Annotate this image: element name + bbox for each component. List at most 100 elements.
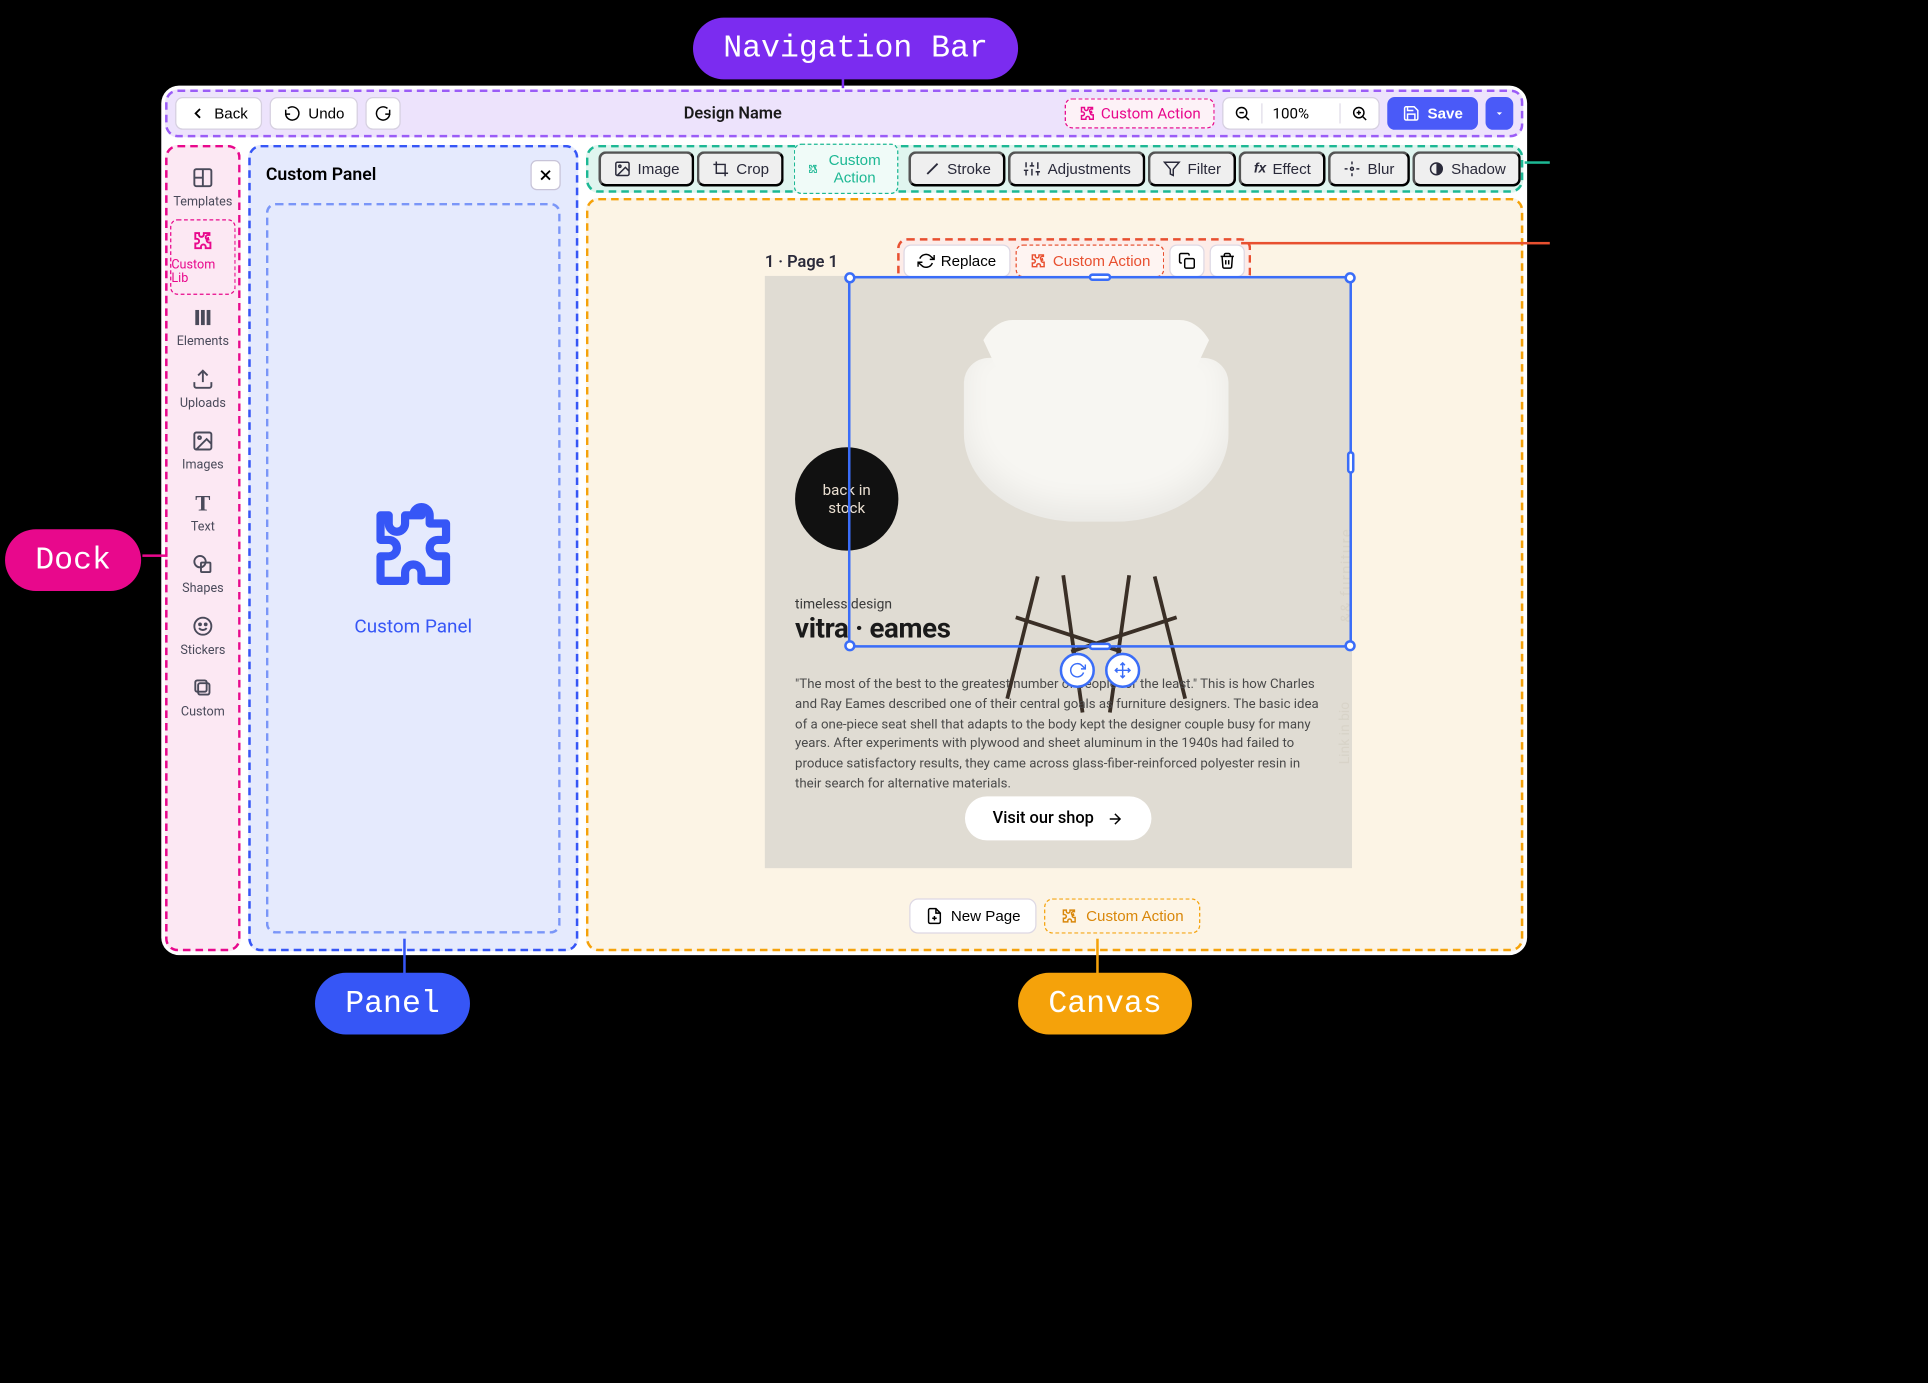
templates-icon bbox=[190, 165, 215, 190]
undo-label: Undo bbox=[308, 105, 344, 123]
connector-line bbox=[142, 554, 167, 557]
inspector-adjustments-button[interactable]: Adjustments bbox=[1009, 151, 1146, 186]
save-icon bbox=[1402, 105, 1420, 123]
replace-icon bbox=[917, 252, 935, 270]
inspector-label: Custom Action bbox=[825, 151, 884, 186]
dock-item-label: Custom bbox=[181, 706, 225, 720]
dock-item-text[interactable]: T Text bbox=[170, 483, 236, 542]
canvas-area[interactable]: 1 · Page 1 Replace Custom Action bbox=[586, 198, 1523, 951]
dock-item-templates[interactable]: Templates bbox=[170, 158, 236, 217]
close-panel-button[interactable] bbox=[530, 160, 560, 190]
annotation-dock: Dock bbox=[5, 529, 141, 591]
dock-item-label: Elements bbox=[177, 335, 229, 349]
connector-line bbox=[1241, 242, 1550, 245]
inspector-stroke-button[interactable]: Stroke bbox=[908, 151, 1006, 186]
inspector-image-button[interactable]: Image bbox=[599, 151, 695, 186]
caret-down-icon bbox=[1319, 105, 1339, 123]
body-copy-text: "The most of the best to the greatest nu… bbox=[795, 674, 1322, 793]
dock-item-label: Stickers bbox=[180, 644, 225, 658]
inspector-effect-button[interactable]: fx Effect bbox=[1239, 151, 1326, 186]
dock-item-custom[interactable]: Custom bbox=[170, 668, 236, 727]
cta-label: Visit our shop bbox=[993, 809, 1094, 828]
dock-item-label: Shapes bbox=[182, 582, 224, 596]
save-dropdown-button[interactable] bbox=[1486, 97, 1514, 130]
panel-body-label: Custom Panel bbox=[354, 615, 472, 638]
inspector-label: Stroke bbox=[947, 160, 991, 178]
delete-button[interactable] bbox=[1210, 244, 1245, 277]
arrow-right-icon bbox=[1106, 810, 1124, 828]
new-page-button[interactable]: New Page bbox=[909, 898, 1037, 933]
save-button[interactable]: Save bbox=[1387, 97, 1478, 130]
back-label: Back bbox=[214, 105, 248, 123]
inspector-label: Filter bbox=[1187, 160, 1221, 178]
zoom-value[interactable]: 100% bbox=[1262, 98, 1319, 128]
caret-down-icon bbox=[1493, 105, 1506, 123]
dock-item-elements[interactable]: Elements bbox=[170, 297, 236, 356]
zoom-in-button[interactable] bbox=[1341, 98, 1379, 128]
inspector-label: Shadow bbox=[1451, 160, 1506, 178]
chevron-left-icon bbox=[189, 105, 207, 123]
inspector-blur-button[interactable]: Blur bbox=[1328, 151, 1409, 186]
annotation-panel: Panel bbox=[315, 973, 470, 1035]
image-icon bbox=[614, 160, 632, 178]
canvas-bottom-bar: New Page Custom Action bbox=[909, 898, 1200, 933]
dock-item-label: Text bbox=[191, 520, 215, 534]
back-in-stock-badge: back in stock bbox=[795, 447, 898, 550]
undo-button[interactable]: Undo bbox=[269, 97, 358, 130]
shapes-icon bbox=[190, 552, 215, 577]
page-label: 1 · Page 1 bbox=[765, 253, 838, 272]
rotated-brand-text: && furniture bbox=[1337, 528, 1352, 623]
crop-icon bbox=[712, 160, 730, 178]
cm-custom-action-label: Custom Action bbox=[1053, 252, 1150, 270]
replace-button[interactable]: Replace bbox=[903, 244, 1010, 277]
dock-item-shapes[interactable]: Shapes bbox=[170, 544, 236, 603]
inspector-label: Crop bbox=[736, 160, 769, 178]
blur-icon bbox=[1344, 160, 1362, 178]
canvas-page[interactable]: back in stock && furniture Link in bio t… bbox=[765, 276, 1352, 868]
redo-button[interactable] bbox=[366, 97, 401, 130]
new-page-label: New Page bbox=[951, 907, 1021, 925]
inspector-bar: Image Crop Custom Action Stroke bbox=[586, 145, 1523, 193]
dock-item-label: Templates bbox=[173, 195, 232, 209]
chair-illustration bbox=[840, 276, 1352, 654]
zoom-out-button[interactable] bbox=[1223, 98, 1261, 128]
duplicate-icon bbox=[1178, 252, 1196, 270]
puzzle-icon bbox=[1061, 907, 1079, 925]
canvas-bottom-custom-action[interactable]: Custom Action bbox=[1045, 898, 1200, 933]
design-name-title[interactable]: Design Name bbox=[409, 104, 1057, 123]
upload-icon bbox=[190, 367, 215, 392]
visit-shop-button[interactable]: Visit our shop bbox=[965, 796, 1152, 840]
puzzle-icon bbox=[1078, 105, 1096, 123]
connector-line bbox=[1525, 161, 1550, 164]
dock-item-stickers[interactable]: Stickers bbox=[170, 606, 236, 665]
back-button[interactable]: Back bbox=[175, 97, 262, 130]
bottom-custom-action-label: Custom Action bbox=[1086, 907, 1183, 925]
dock-item-label: Custom Lib bbox=[171, 258, 234, 286]
zoom-out-icon bbox=[1233, 105, 1251, 123]
navigation-bar: Back Undo Design Name Custom Action 100% bbox=[165, 89, 1523, 137]
inspector-filter-button[interactable]: Filter bbox=[1148, 151, 1236, 186]
layers-icon bbox=[190, 675, 215, 700]
inspector-label: Image bbox=[638, 160, 680, 178]
new-page-icon bbox=[926, 907, 944, 925]
inspector-crop-button[interactable]: Crop bbox=[697, 151, 784, 186]
zoom-control: 100% bbox=[1222, 97, 1380, 130]
inspector-custom-action[interactable]: Custom Action bbox=[794, 144, 898, 194]
side-panel: Custom Panel Custom Panel bbox=[248, 145, 578, 951]
dock-item-uploads[interactable]: Uploads bbox=[170, 359, 236, 418]
panel-title: Custom Panel bbox=[266, 165, 376, 185]
inspector-shadow-button[interactable]: Shadow bbox=[1412, 151, 1521, 186]
dock-item-label: Images bbox=[182, 459, 224, 473]
stroke-icon bbox=[923, 160, 941, 178]
replace-label: Replace bbox=[941, 252, 996, 270]
text-icon: T bbox=[190, 490, 215, 515]
nav-custom-action[interactable]: Custom Action bbox=[1064, 98, 1214, 128]
zoom-in-icon bbox=[1351, 105, 1369, 123]
annotation-canvas: Canvas bbox=[1018, 973, 1192, 1035]
undo-icon bbox=[283, 105, 301, 123]
dock-item-custom-lib[interactable]: Custom Lib bbox=[170, 219, 236, 295]
duplicate-button[interactable] bbox=[1169, 244, 1204, 277]
canvas-menu-custom-action[interactable]: Custom Action bbox=[1015, 244, 1164, 277]
rotated-link-text: Link in bio bbox=[1337, 702, 1352, 764]
dock-item-images[interactable]: Images bbox=[170, 421, 236, 480]
